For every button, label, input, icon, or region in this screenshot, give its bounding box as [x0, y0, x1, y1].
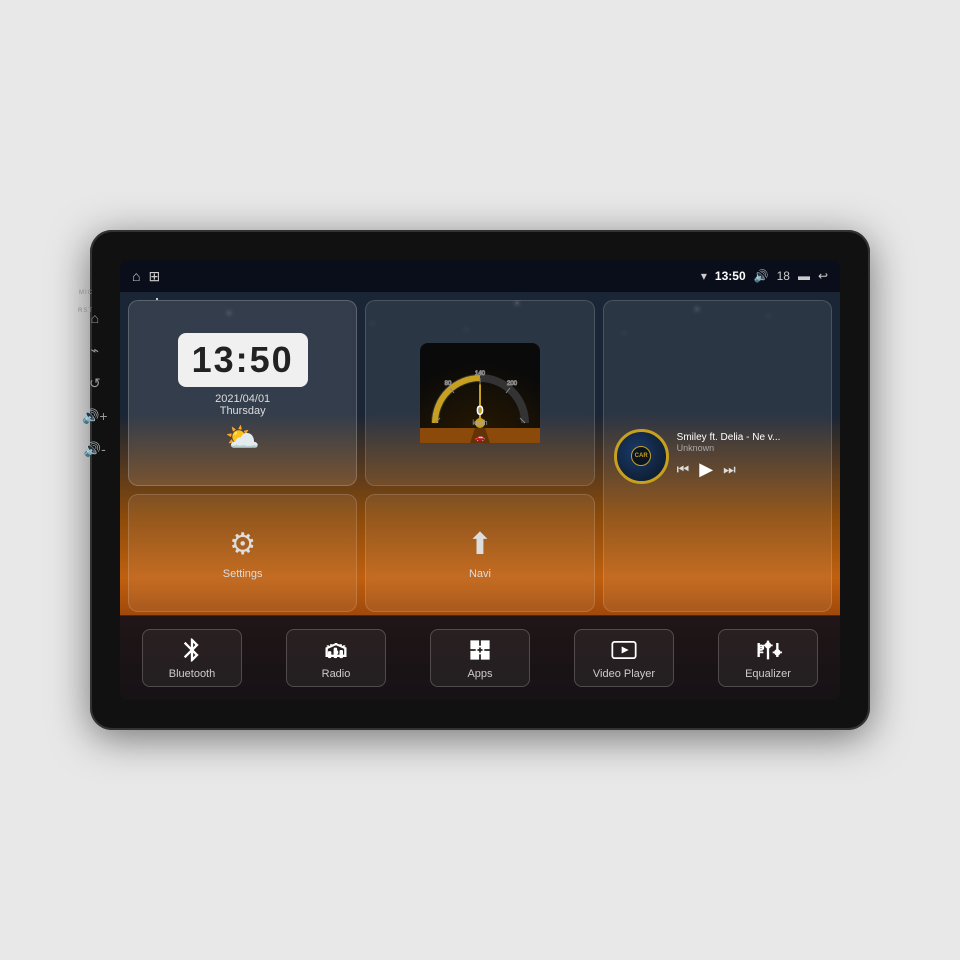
apps-icon [466, 636, 494, 664]
svg-text:140: 140 [475, 371, 486, 377]
clock-time: 13:50 [192, 339, 294, 381]
equalizer-label: Equalizer [745, 668, 791, 680]
video-player-label: Video Player [593, 668, 655, 680]
video-player-icon [610, 636, 638, 664]
music-controls: ⏮ ▶ ⏭ [677, 459, 821, 480]
equalizer-button[interactable]: Equalizer [718, 629, 818, 687]
svg-text:0: 0 [476, 402, 484, 418]
status-left: ⌂ ⊞ [132, 268, 160, 285]
car-unit: MIC RST ⌂ ⌁ ↺ 🔊+ 🔊- ⌂ ⊞ ▾ 13:50 🔊 18 ▬ ↩ [90, 230, 870, 730]
volume-icon: 🔊 [754, 269, 769, 283]
svg-text:200: 200 [507, 381, 518, 387]
speedometer-svg: 0 80 140 200 240 0 km/h [420, 343, 540, 443]
apps-label: Apps [467, 668, 492, 680]
weather-icon: ⛅ [225, 421, 260, 454]
volume-level: 18 [777, 269, 790, 283]
svg-text:80: 80 [445, 381, 452, 387]
bluetooth-icon [178, 636, 206, 664]
bluetooth-button[interactable]: Bluetooth [142, 629, 242, 687]
equalizer-icon [754, 636, 782, 664]
clock-date-value: 2021/04/01 [215, 393, 270, 405]
radio-button[interactable]: Radio [286, 629, 386, 687]
back-side-icon[interactable]: ↺ [89, 375, 101, 392]
music-artist: Unknown [677, 443, 821, 453]
play-button[interactable]: ▶ [699, 459, 713, 480]
navi-label: Navi [469, 568, 491, 580]
music-title: Smiley ft. Delia - Ne v... [677, 432, 821, 443]
side-icon-buttons: ⌂ ⌁ ↺ 🔊+ 🔊- [82, 310, 108, 458]
next-button[interactable]: ⏭ [723, 461, 736, 478]
clock-display: 13:50 [178, 333, 308, 387]
vol-down-side-icon[interactable]: 🔊- [84, 441, 106, 458]
music-info: Smiley ft. Delia - Ne v... Unknown ⏮ ▶ ⏭ [677, 432, 821, 480]
mic-label: MIC [79, 290, 95, 296]
home-icon[interactable]: ⌂ [132, 268, 140, 284]
prev-button[interactable]: ⏮ [677, 461, 690, 478]
speedometer-widget[interactable]: 0 80 140 200 240 0 km/h [365, 300, 594, 486]
vol-up-side-icon[interactable]: 🔊+ [82, 408, 108, 425]
music-cover: CAR [614, 429, 669, 484]
status-time: 13:50 [715, 269, 746, 283]
svg-text:km/h: km/h [472, 420, 487, 427]
status-bar: ⌂ ⊞ ▾ 13:50 🔊 18 ▬ ↩ [120, 260, 840, 292]
clock-widget[interactable]: 13:50 2021/04/01 Thursday ⛅ [128, 300, 357, 486]
music-logo: CAR [631, 446, 651, 466]
radio-icon [322, 636, 350, 664]
bottom-bar: Bluetooth [120, 615, 840, 700]
home2-side-icon[interactable]: ⌁ [91, 342, 99, 359]
clock-date: 2021/04/01 Thursday [215, 393, 270, 417]
navi-widget[interactable]: ⬆ Navi [365, 494, 594, 612]
status-right: ▾ 13:50 🔊 18 ▬ ↩ [701, 269, 828, 283]
radio-label: Radio [322, 668, 351, 680]
main-content: 13:50 2021/04/01 Thursday ⛅ [120, 292, 840, 700]
clock-day-value: Thursday [220, 405, 266, 417]
settings-icon: ⚙ [229, 527, 256, 562]
widget-grid: 13:50 2021/04/01 Thursday ⛅ [120, 292, 840, 620]
bluetooth-label: Bluetooth [169, 668, 215, 680]
settings-widget[interactable]: ⚙ Settings [128, 494, 357, 612]
settings-label: Settings [223, 568, 263, 580]
video-player-button[interactable]: Video Player [574, 629, 674, 687]
battery-icon: ▬ [798, 269, 810, 283]
apps-button[interactable]: Apps [430, 629, 530, 687]
navi-icon: ⬆ [467, 527, 492, 562]
music-widget[interactable]: CAR Smiley ft. Delia - Ne v... Unknown ⏮… [603, 300, 832, 612]
wifi-icon: ▾ [701, 269, 707, 283]
screen: ⌂ ⊞ ▾ 13:50 🔊 18 ▬ ↩ [120, 260, 840, 700]
home-side-icon[interactable]: ⌂ [91, 310, 99, 326]
apps-status-icon[interactable]: ⊞ [148, 268, 160, 285]
svg-text:🚗: 🚗 [475, 433, 485, 442]
back-status-icon[interactable]: ↩ [818, 269, 828, 283]
